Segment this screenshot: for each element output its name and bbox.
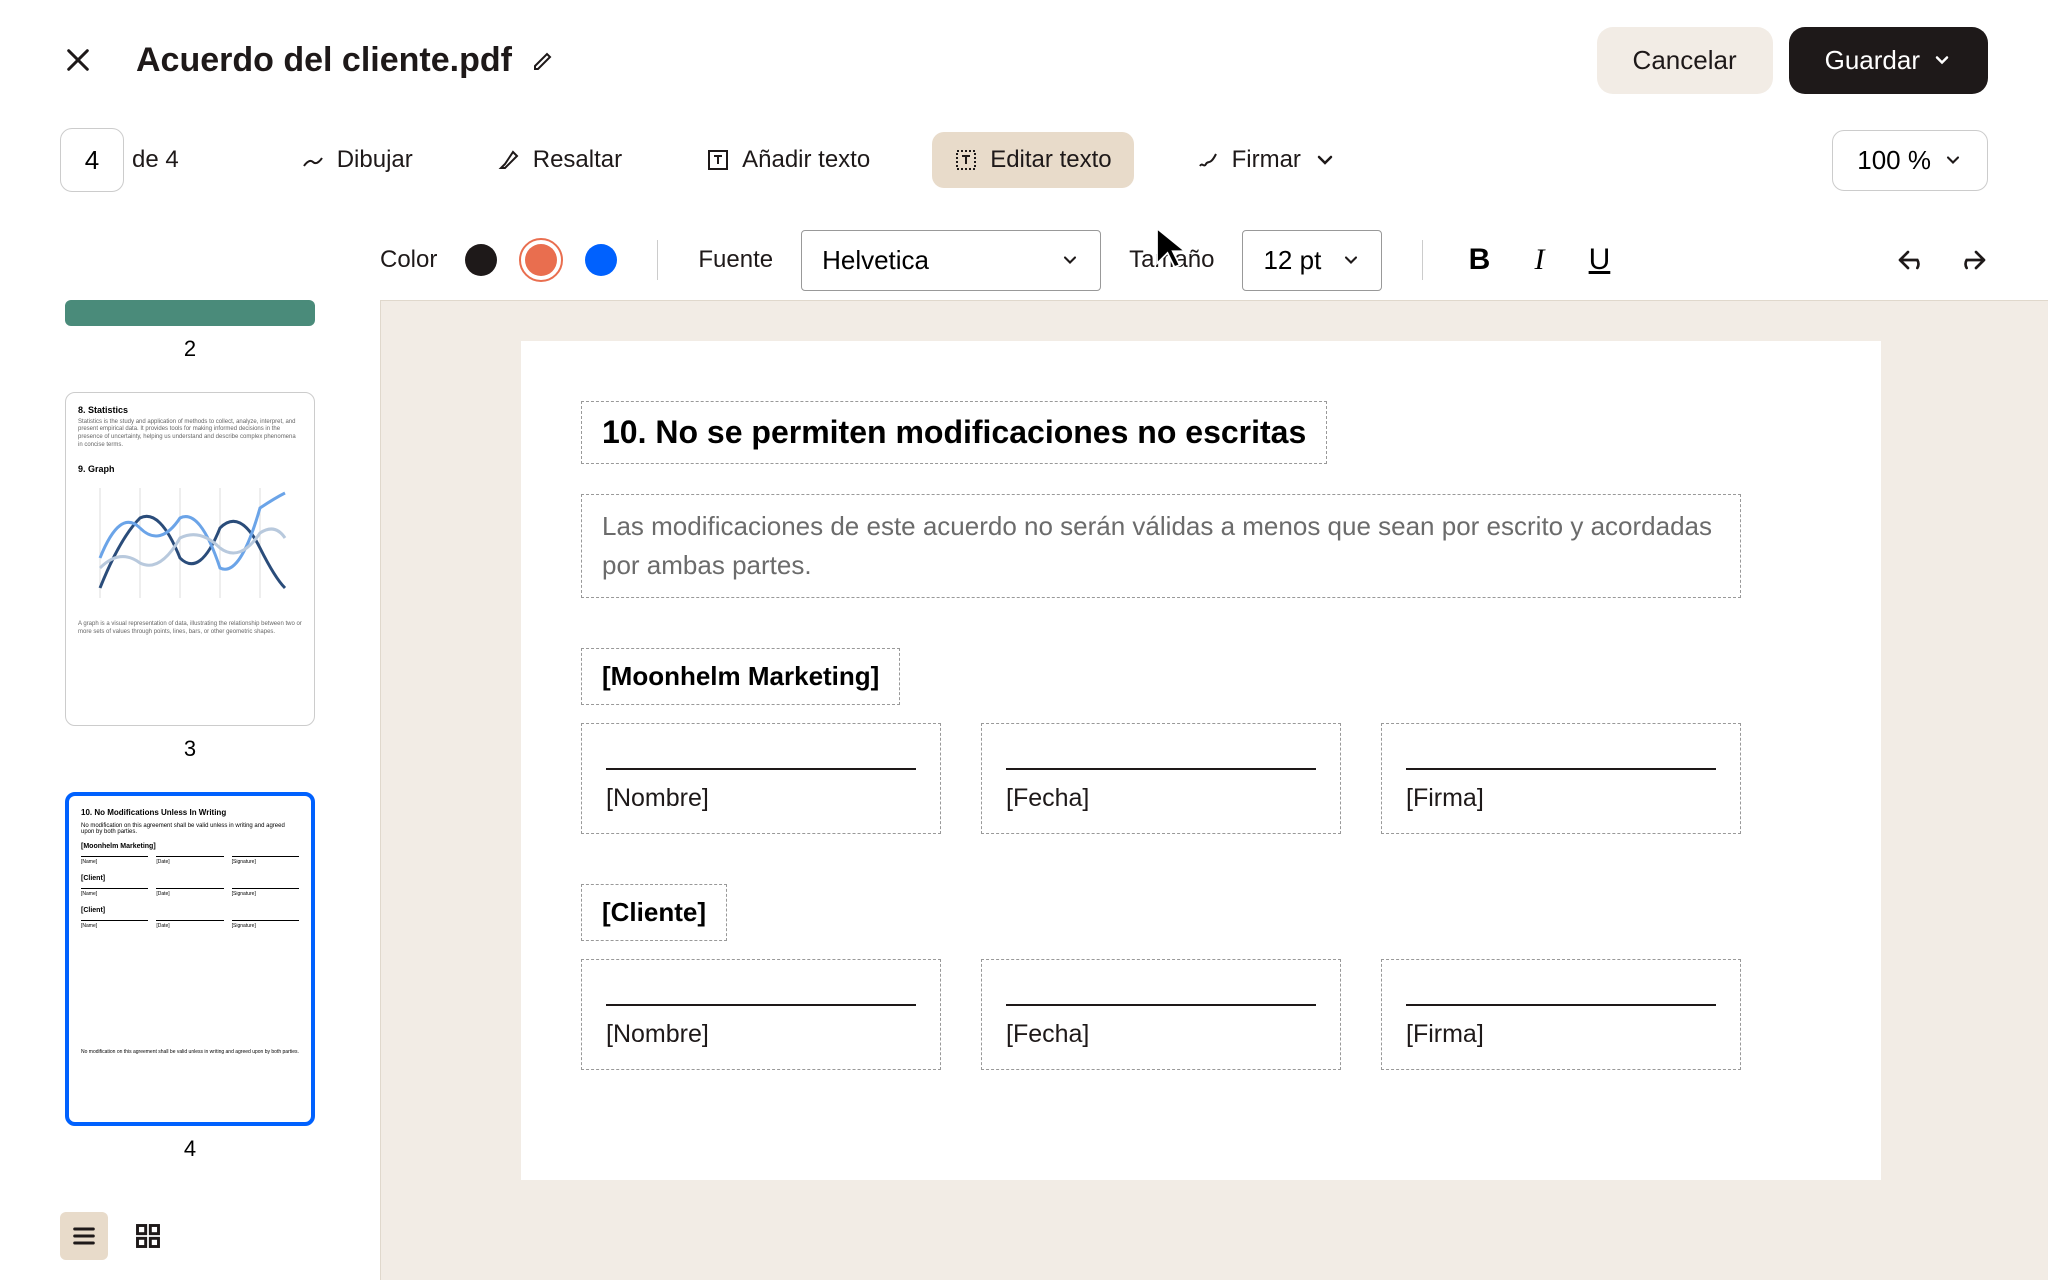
list-view-button[interactable] <box>60 1212 108 1260</box>
chevron-down-icon <box>1341 250 1361 270</box>
signature-field-name[interactable]: [Nombre] <box>581 959 941 1070</box>
color-swatch-orange[interactable] <box>525 244 557 276</box>
thumbnail-3-label: 3 <box>184 736 196 762</box>
zoom-value: 100 % <box>1857 145 1931 176</box>
signature-line <box>1406 740 1716 770</box>
save-button[interactable]: Guardar <box>1789 27 1988 94</box>
header: Acuerdo del cliente.pdf Cancelar Guardar <box>0 0 2048 120</box>
zoom-dropdown[interactable]: 100 % <box>1832 130 1988 191</box>
signature-line <box>1006 740 1316 770</box>
page-total: de 4 <box>132 146 179 174</box>
signature-line <box>1406 976 1716 1006</box>
toolbar: de 4 Dibujar Resaltar Añadir texto Edita… <box>0 120 2048 200</box>
draw-icon <box>301 148 325 172</box>
edit-text-tool[interactable]: Editar texto <box>932 132 1133 188</box>
undo-icon <box>1896 244 1928 276</box>
chevron-down-icon <box>1943 150 1963 170</box>
chart-icon <box>78 478 302 608</box>
thumbnail-2-label: 2 <box>184 336 196 362</box>
filename: Acuerdo del cliente.pdf <box>136 41 512 80</box>
list-icon <box>70 1222 98 1250</box>
font-dropdown[interactable]: Helvetica <box>801 230 1101 291</box>
color-swatch-blue[interactable] <box>585 244 617 276</box>
color-swatch-black[interactable] <box>465 244 497 276</box>
edit-filename-button[interactable] <box>532 48 556 72</box>
divider <box>1422 240 1423 280</box>
highlight-tool[interactable]: Resaltar <box>475 132 644 188</box>
color-label: Color <box>380 246 437 274</box>
undo-button[interactable] <box>1896 244 1928 276</box>
close-button[interactable] <box>60 42 96 78</box>
divider <box>657 240 658 280</box>
pencil-icon <box>532 48 556 72</box>
bold-button[interactable]: B <box>1463 244 1495 276</box>
party-1-label[interactable]: [Moonhelm Marketing] <box>581 648 900 705</box>
close-icon <box>64 46 92 74</box>
add-text-icon <box>706 148 730 172</box>
redo-button[interactable] <box>1956 244 1988 276</box>
add-text-tool[interactable]: Añadir texto <box>684 132 892 188</box>
highlight-icon <box>497 148 521 172</box>
thumbnail-sidebar[interactable]: 2 8. Statistics Statistics is the study … <box>0 300 380 1192</box>
party-2-label[interactable]: [Cliente] <box>581 884 727 941</box>
chevron-down-icon <box>1313 148 1337 172</box>
signature-line <box>1006 976 1316 1006</box>
redo-icon <box>1956 244 1988 276</box>
size-dropdown[interactable]: 12 pt <box>1242 230 1382 291</box>
signature-field-signature[interactable]: [Firma] <box>1381 723 1741 834</box>
save-button-label: Guardar <box>1825 45 1920 76</box>
main: 2 8. Statistics Statistics is the study … <box>0 300 2048 1280</box>
chevron-down-icon <box>1060 250 1080 270</box>
thumbnail-3[interactable]: 8. Statistics Statistics is the study an… <box>65 392 315 726</box>
signature-field-date[interactable]: [Fecha] <box>981 959 1341 1070</box>
signature-line <box>606 740 916 770</box>
draw-tool[interactable]: Dibujar <box>279 132 435 188</box>
sidebar-footer <box>0 1192 380 1280</box>
chevron-down-icon <box>1932 50 1952 70</box>
sign-tool[interactable]: Firmar <box>1174 132 1359 188</box>
signature-field-date[interactable]: [Fecha] <box>981 723 1341 834</box>
format-bar: Color Fuente Helvetica Tamaño 12 pt B I … <box>0 220 2048 300</box>
font-label: Fuente <box>698 246 773 274</box>
cancel-button[interactable]: Cancelar <box>1597 27 1773 94</box>
signature-line <box>606 976 916 1006</box>
grid-view-button[interactable] <box>124 1212 172 1260</box>
section-title[interactable]: 10. No se permiten modificaciones no esc… <box>581 401 1327 464</box>
thumbnail-2-partial[interactable] <box>65 300 315 326</box>
thumbnail-4[interactable]: 10. No Modifications Unless In Writing N… <box>65 792 315 1126</box>
canvas[interactable]: 10. No se permiten modificaciones no esc… <box>380 300 2048 1280</box>
signature-field-signature[interactable]: [Firma] <box>1381 959 1741 1070</box>
sign-icon <box>1196 148 1220 172</box>
section-body[interactable]: Las modificaciones de este acuerdo no se… <box>581 494 1741 598</box>
signature-field-name[interactable]: [Nombre] <box>581 723 941 834</box>
page-indicator: de 4 <box>60 128 179 192</box>
thumbnail-4-label: 4 <box>184 1136 196 1162</box>
size-label: Tamaño <box>1129 246 1214 274</box>
page: 10. No se permiten modificaciones no esc… <box>521 341 1881 1180</box>
edit-text-icon <box>954 148 978 172</box>
underline-button[interactable]: U <box>1583 244 1615 276</box>
page-number-input[interactable] <box>60 128 124 192</box>
grid-icon <box>134 1222 162 1250</box>
italic-button[interactable]: I <box>1523 244 1555 276</box>
